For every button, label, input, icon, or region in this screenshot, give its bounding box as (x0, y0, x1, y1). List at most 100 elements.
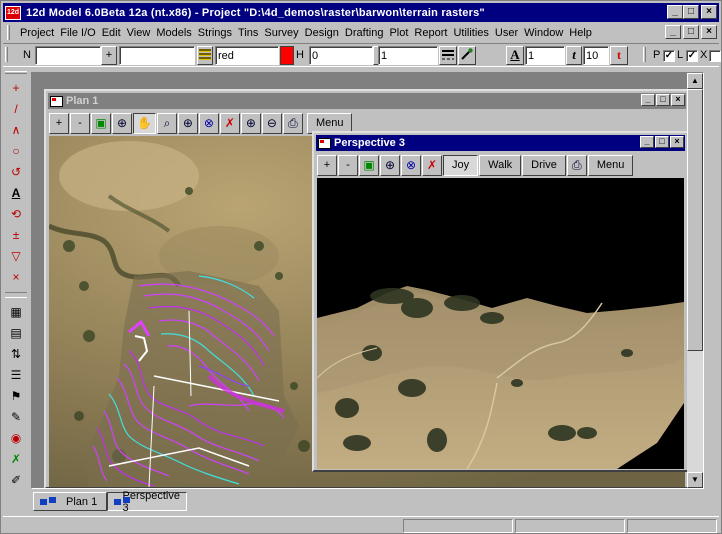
menu-view[interactable]: View (124, 27, 154, 39)
flag-p-checkbox[interactable]: ✓ (663, 50, 675, 62)
menu-user[interactable]: User (492, 27, 521, 39)
colour-swatch[interactable] (280, 46, 294, 65)
plan-no-entry-icon[interactable]: ⊗ (198, 112, 219, 134)
menu-window[interactable]: Window (521, 27, 566, 39)
app-icon[interactable]: 12d (5, 5, 21, 20)
close-button[interactable]: × (701, 5, 717, 19)
menu-help[interactable]: Help (566, 27, 595, 39)
plan-zoom-out-button[interactable]: - (70, 112, 90, 134)
perspective-maximize-button[interactable]: □ (655, 136, 669, 148)
persp-target-icon[interactable]: ⊕ (380, 154, 400, 176)
calculator-icon[interactable]: ▦ (5, 302, 27, 323)
plan-target-icon[interactable]: ⊕ (112, 112, 132, 134)
globe-icon[interactable]: ◉ (5, 428, 27, 449)
flag-l-checkbox[interactable]: ✓ (686, 50, 698, 62)
text-size-field[interactable]: 1 (525, 46, 565, 65)
eyedropper-icon[interactable] (458, 46, 476, 65)
persp-print-icon[interactable]: ⎙ (566, 154, 587, 176)
pen-icon[interactable]: ✎ (5, 407, 27, 428)
persp-zoom-in-button[interactable]: + (317, 154, 337, 176)
perspective-minimize-button[interactable]: _ (640, 136, 654, 148)
vertex-icon[interactable]: ± (5, 225, 27, 246)
colour-field[interactable]: red (215, 46, 279, 65)
flag-icon[interactable]: ⚑ (5, 386, 27, 407)
model-pick-icon[interactable] (197, 46, 213, 65)
menu-models[interactable]: Models (153, 27, 194, 39)
plan-zoom-plus-icon[interactable]: ⊕ (240, 112, 261, 134)
plan-zoom-target-icon[interactable]: ⊕ (177, 112, 198, 134)
flags-grip[interactable] (643, 47, 646, 62)
tab-plan-1[interactable]: Plan 1 (33, 492, 107, 511)
persp-clean-icon[interactable]: ✗ (422, 154, 442, 176)
text-angle-field[interactable]: 10 (583, 46, 609, 65)
height-field[interactable]: 0 (309, 46, 373, 65)
persp-menu-button[interactable]: Menu (587, 154, 634, 176)
menu-survey[interactable]: Survey (261, 27, 301, 39)
perspective-close-button[interactable]: × (670, 136, 684, 148)
persp-joy-button[interactable]: Joy (443, 154, 479, 176)
circle-icon[interactable]: ○ (5, 141, 27, 162)
plan-zoom-minus-icon[interactable]: ⊖ (261, 112, 282, 134)
plan-zoom-window-icon[interactable]: ⌕ (156, 112, 177, 134)
menu-project[interactable]: Project (17, 27, 57, 39)
persp-zoom-out-button[interactable]: - (338, 154, 358, 176)
plan-zoom-in-button[interactable]: + (49, 112, 69, 134)
curve-icon[interactable]: ⟲ (5, 204, 27, 225)
triangle-icon[interactable]: ▽ (5, 246, 27, 267)
menu-utilities[interactable]: Utilities (450, 27, 491, 39)
plan-pan-hand-icon[interactable]: ✋ (133, 112, 156, 134)
title-bar[interactable]: 12d 12d Model 6.0Beta 12a (nt.x86) - Pro… (3, 3, 719, 22)
scroll-thumb[interactable] (687, 89, 703, 351)
save-icon[interactable]: ▤ (5, 323, 27, 344)
menu-strings[interactable]: Strings (195, 27, 235, 39)
plan-maximize-button[interactable]: □ (656, 94, 670, 106)
text-slant-icon[interactable]: t (566, 46, 582, 65)
perspective-title-bar[interactable]: Perspective 3 _ □ × (316, 135, 685, 151)
menu-drafting[interactable]: Drafting (342, 27, 387, 39)
perspective-window[interactable]: Perspective 3 _ □ × + - ▣ ⊕ ⊗ ✗ Joy Walk… (312, 131, 689, 472)
text-justify-icon[interactable]: t (610, 46, 628, 65)
text-style-icon[interactable]: A (506, 46, 524, 65)
persp-walk-button[interactable]: Walk (479, 154, 522, 176)
sort-icon[interactable]: ⇅ (5, 344, 27, 365)
left-toolbar-grip[interactable] (5, 71, 27, 74)
maximize-button[interactable]: □ (683, 5, 699, 19)
name-pick-button[interactable]: + (101, 46, 117, 65)
plan-title-bar[interactable]: Plan 1 _ □ × (48, 93, 686, 109)
scroll-down-button[interactable]: ▼ (687, 472, 703, 488)
menu-tins[interactable]: Tins (235, 27, 261, 39)
point-icon[interactable]: + (5, 78, 27, 99)
menu-plot[interactable]: Plot (386, 27, 411, 39)
polyline-icon[interactable]: ∧ (5, 120, 27, 141)
menu-report[interactable]: Report (411, 27, 450, 39)
persp-no-entry-icon[interactable]: ⊗ (401, 154, 421, 176)
model-field[interactable] (119, 46, 195, 65)
plan-window-icon[interactable] (50, 95, 63, 107)
line-style-icon[interactable] (439, 46, 457, 65)
plan-close-button[interactable]: × (671, 94, 685, 106)
perspective-view-canvas[interactable] (317, 178, 684, 469)
menu-design[interactable]: Design (302, 27, 342, 39)
minimize-button[interactable]: _ (667, 5, 683, 19)
plan-fit-icon[interactable]: ▣ (91, 112, 111, 134)
plan-clean-icon[interactable]: ✗ (219, 112, 240, 134)
cross-icon[interactable]: × (5, 267, 27, 288)
scroll-up-button[interactable]: ▲ (687, 73, 703, 89)
persp-drive-button[interactable]: Drive (522, 154, 566, 176)
attr-grip[interactable] (5, 47, 8, 62)
mdi-minimize-button[interactable]: _ (665, 25, 681, 39)
menu-edit[interactable]: Edit (99, 27, 124, 39)
weight-field[interactable]: 1 (378, 46, 438, 65)
note-icon[interactable]: ✐ (5, 470, 27, 491)
menu-grip[interactable] (7, 25, 10, 40)
mdi-maximize-button[interactable]: □ (683, 25, 699, 39)
list-icon[interactable]: ☰ (5, 365, 27, 386)
plan-minimize-button[interactable]: _ (641, 94, 655, 106)
name-field[interactable] (35, 46, 101, 65)
text-icon[interactable]: A (5, 183, 27, 204)
tools-icon[interactable]: ✗ (5, 449, 27, 470)
mdi-close-button[interactable]: × (701, 25, 717, 39)
plan-print-icon[interactable]: ⎙ (282, 112, 303, 134)
menu-file-io[interactable]: File I/O (57, 27, 98, 39)
arc-icon[interactable]: ↺ (5, 162, 27, 183)
